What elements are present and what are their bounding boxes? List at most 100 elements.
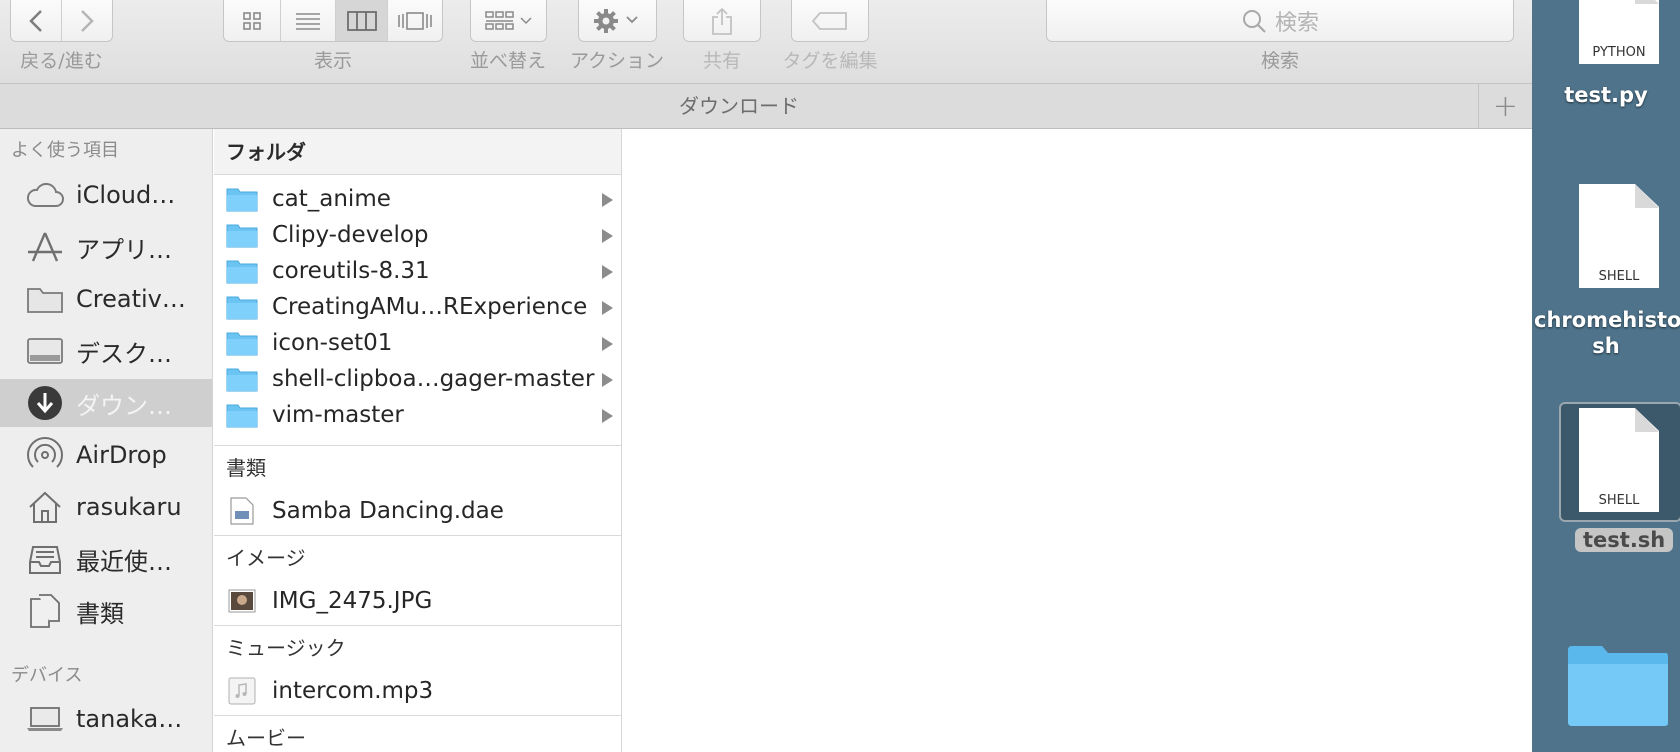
file-name: intercom.mp3 <box>272 678 434 704</box>
section-header-images: イメージ <box>214 535 621 579</box>
file-name: coreutils-8.31 <box>272 258 430 284</box>
action-button-group <box>578 0 657 42</box>
file-row[interactable]: IMG_2475.JPG <box>214 583 621 619</box>
disclosure-arrow-icon <box>602 409 613 423</box>
forward-button[interactable] <box>61 0 112 41</box>
file-type-label: PYTHON <box>1592 45 1646 60</box>
arrange-icon <box>484 10 532 30</box>
file-type-label: SHELL <box>1598 493 1640 508</box>
file-name: IMG_2475.JPG <box>272 588 433 614</box>
disclosure-arrow-icon <box>602 229 613 243</box>
disclosure-arrow-icon <box>602 193 613 207</box>
arrange-label: 並べ替え <box>469 50 546 72</box>
folder-icon <box>1568 646 1668 726</box>
section-header-documents: 書類 <box>214 445 621 489</box>
sidebar-item-recents[interactable]: 最近使… <box>0 535 212 583</box>
sidebar-item-downloads[interactable]: ダウン… <box>0 379 212 427</box>
share-label: 共有 <box>702 50 741 72</box>
arrange-button-group <box>470 0 547 42</box>
desktop-item-label: test.py <box>1564 83 1648 107</box>
recents-icon <box>25 539 65 579</box>
share-button[interactable] <box>684 0 760 41</box>
sidebar-item-icloud[interactable]: iCloud… <box>0 171 212 219</box>
view-buttons <box>223 0 443 42</box>
arrange-button[interactable] <box>471 0 546 41</box>
file-row[interactable]: intercom.mp3 <box>214 673 621 709</box>
list-icon <box>296 12 321 30</box>
sidebar-item-device[interactable]: tanaka… <box>0 695 212 743</box>
home-icon <box>25 487 65 527</box>
sidebar-item-label: デスク… <box>76 339 172 368</box>
folder-row[interactable]: Clipy-develop <box>214 217 621 253</box>
search-field[interactable]: 検索 <box>1046 0 1514 42</box>
section-header-music: ミュージック <box>214 625 621 669</box>
python-file-icon: PYTHON <box>1579 0 1659 64</box>
airdrop-icon <box>25 435 65 475</box>
file-name: shell-clipboa…gager-master <box>272 366 595 392</box>
icon-view-button[interactable] <box>224 0 280 41</box>
sidebar-item-label: 書類 <box>76 599 124 628</box>
action-button[interactable] <box>579 0 656 41</box>
sidebar-item-label: アプリ… <box>76 235 172 264</box>
sidebar-item-label: AirDrop <box>76 441 167 469</box>
file-name: vim-master <box>272 402 404 428</box>
folder-row[interactable]: cat_anime <box>214 181 621 217</box>
folder-icon <box>25 279 65 319</box>
edit-tags-button[interactable] <box>792 0 868 41</box>
folder-row[interactable]: icon-set01 <box>214 325 621 361</box>
folder-row[interactable]: coreutils-8.31 <box>214 253 621 289</box>
folder-icon <box>226 293 258 321</box>
file-name: icon-set01 <box>272 330 393 356</box>
search-input[interactable]: 検索 <box>1047 0 1513 41</box>
back-button[interactable] <box>11 0 61 41</box>
sidebar-item-airdrop[interactable]: AirDrop <box>0 431 212 479</box>
folder-icon <box>226 329 258 357</box>
list-view-button[interactable] <box>280 0 335 41</box>
sidebar-item-creative[interactable]: Creativ… <box>0 275 212 323</box>
devices-header: デバイス <box>11 665 83 686</box>
tab-bar: ダウンロード + <box>0 83 1532 129</box>
desktop-icon <box>25 331 65 371</box>
file-row[interactable]: Samba Dancing.dae <box>214 493 621 529</box>
desktop-item-label-line2: sh <box>1592 334 1620 358</box>
nav-label: 戻る/進む <box>20 50 103 72</box>
disclosure-arrow-icon <box>602 373 613 387</box>
sidebar-item-desktop[interactable]: デスク… <box>0 327 212 375</box>
sidebar-item-home[interactable]: rasukaru <box>0 483 212 531</box>
tab-downloads[interactable]: ダウンロード <box>0 84 1478 128</box>
dae-file-icon <box>226 497 258 525</box>
folder-icon <box>226 257 258 285</box>
folder-row[interactable]: vim-master <box>214 397 621 433</box>
file-name: cat_anime <box>272 186 391 212</box>
cloud-icon <box>25 175 65 215</box>
disclosure-arrow-icon <box>602 301 613 315</box>
nav-buttons <box>10 0 113 42</box>
tags-label: タグを編集 <box>782 50 878 72</box>
sidebar-item-applications[interactable]: アプリ… <box>0 223 212 271</box>
file-name: Clipy-develop <box>272 222 429 248</box>
share-icon <box>712 7 732 35</box>
sidebar: よく使う項目 iCloud… アプリ… Creativ… デスク… ダウン… A… <box>0 129 213 752</box>
sidebar-item-label: Creativ… <box>76 285 186 313</box>
image-thumbnail-icon <box>226 587 258 615</box>
folder-icon <box>226 401 258 429</box>
new-tab-button[interactable]: + <box>1478 84 1532 128</box>
folder-icon <box>226 221 258 249</box>
download-icon <box>25 383 65 423</box>
sidebar-item-documents[interactable]: 書類 <box>0 587 212 635</box>
gallery-view-button[interactable] <box>387 0 442 41</box>
sidebar-item-label: rasukaru <box>76 493 182 521</box>
laptop-icon <box>25 699 65 739</box>
toolbar: 戻る/進む 表示 並べ替え アクション 共有 タグを編集 検索 検索 <box>0 0 1532 83</box>
desktop-item-label: test.sh <box>1575 528 1674 552</box>
documents-icon <box>25 591 65 631</box>
empty-column <box>623 129 1532 752</box>
file-type-label: SHELL <box>1598 269 1640 284</box>
chevron-right-icon <box>81 9 94 32</box>
disclosure-arrow-icon <box>602 265 613 279</box>
gear-icon <box>593 8 638 33</box>
desktop: PYTHON test.py SHELL chromehistor sh SHE… <box>1532 0 1680 752</box>
folder-row[interactable]: CreatingAMu…RExperience <box>214 289 621 325</box>
folder-row[interactable]: shell-clipboa…gager-master <box>214 361 621 397</box>
column-view-button[interactable] <box>334 0 388 41</box>
